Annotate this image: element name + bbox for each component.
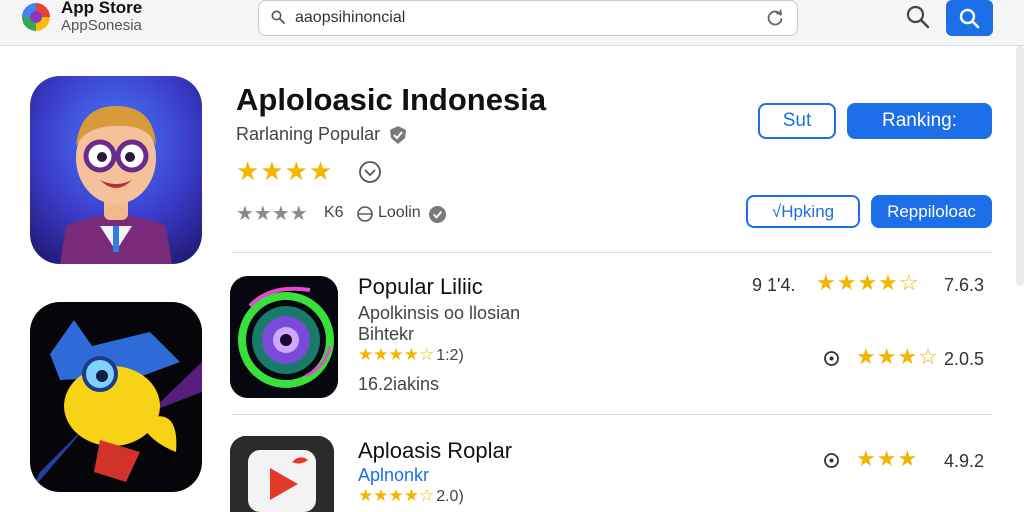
search-input[interactable] [295, 7, 755, 29]
divider [232, 252, 992, 253]
list-item-stars: ★★★★☆ 1:2) [358, 345, 464, 364]
top-bar: App Store AppSonesia [0, 0, 1024, 46]
comment-icon [824, 351, 839, 366]
list-item-subtitle: Apolkinsis oo llosian [358, 303, 521, 323]
refresh-icon[interactable] [765, 8, 785, 28]
scrollbar[interactable] [1016, 46, 1024, 286]
list-item-developer[interactable]: Aplnonkr [358, 465, 429, 486]
stat-stars: ★★★☆ [856, 344, 939, 369]
app-name: App Store [61, 0, 143, 17]
stat-value: 9 1'4. [752, 275, 796, 295]
search-icon[interactable] [905, 4, 931, 30]
list-item-title[interactable]: Popular Liliic [358, 274, 483, 300]
sort-button[interactable]: Sut [758, 103, 836, 139]
search-button[interactable] [946, 0, 993, 36]
secondary-label: Loolin [378, 204, 421, 221]
list-item-icon[interactable] [230, 276, 338, 398]
list-item-downloads: 16.2iakins [358, 374, 440, 394]
ranking-button[interactable]: Ranking: [847, 103, 992, 139]
globe-icon [357, 206, 373, 222]
second-app-icon[interactable] [30, 302, 202, 492]
stat-stars: ★★★★☆ [816, 270, 920, 295]
stat-value: 7.6.3 [944, 275, 985, 295]
popular-button[interactable]: Reppiloloac [871, 195, 992, 228]
stat-stars: ★★★ [856, 446, 919, 471]
list-item-icon[interactable] [230, 436, 334, 512]
verified-badge-icon [390, 126, 406, 144]
stat-value: 2.0.5 [944, 349, 985, 369]
list-item-developer: Bihtekr [358, 324, 415, 344]
secondary-count: K6 [324, 204, 344, 221]
divider [232, 414, 992, 415]
app-store-logo-icon[interactable] [22, 3, 50, 31]
search-box[interactable] [258, 0, 798, 36]
secondary-stars: ★★★★ [236, 203, 308, 225]
rating-stars: ★★★★ [236, 156, 334, 186]
chevron-down-icon[interactable] [358, 160, 382, 184]
shield-icon [428, 205, 447, 224]
list-item-title[interactable]: Aploasis Roplar [358, 438, 512, 464]
featured-app-icon[interactable] [30, 76, 202, 264]
list-item-stars: ★★★★☆ 2.0) [358, 486, 464, 505]
comment-icon [824, 453, 839, 468]
app-title: Aploloasic Indonesia [236, 82, 547, 117]
search-icon [271, 10, 285, 24]
search-button-icon [959, 8, 980, 29]
app-subtitle: AppSonesia [61, 17, 142, 34]
app-category: Rarlaning Popular [236, 124, 381, 144]
hpking-button[interactable]: √Hpking [746, 195, 860, 228]
stat-value: 4.9.2 [944, 451, 985, 471]
